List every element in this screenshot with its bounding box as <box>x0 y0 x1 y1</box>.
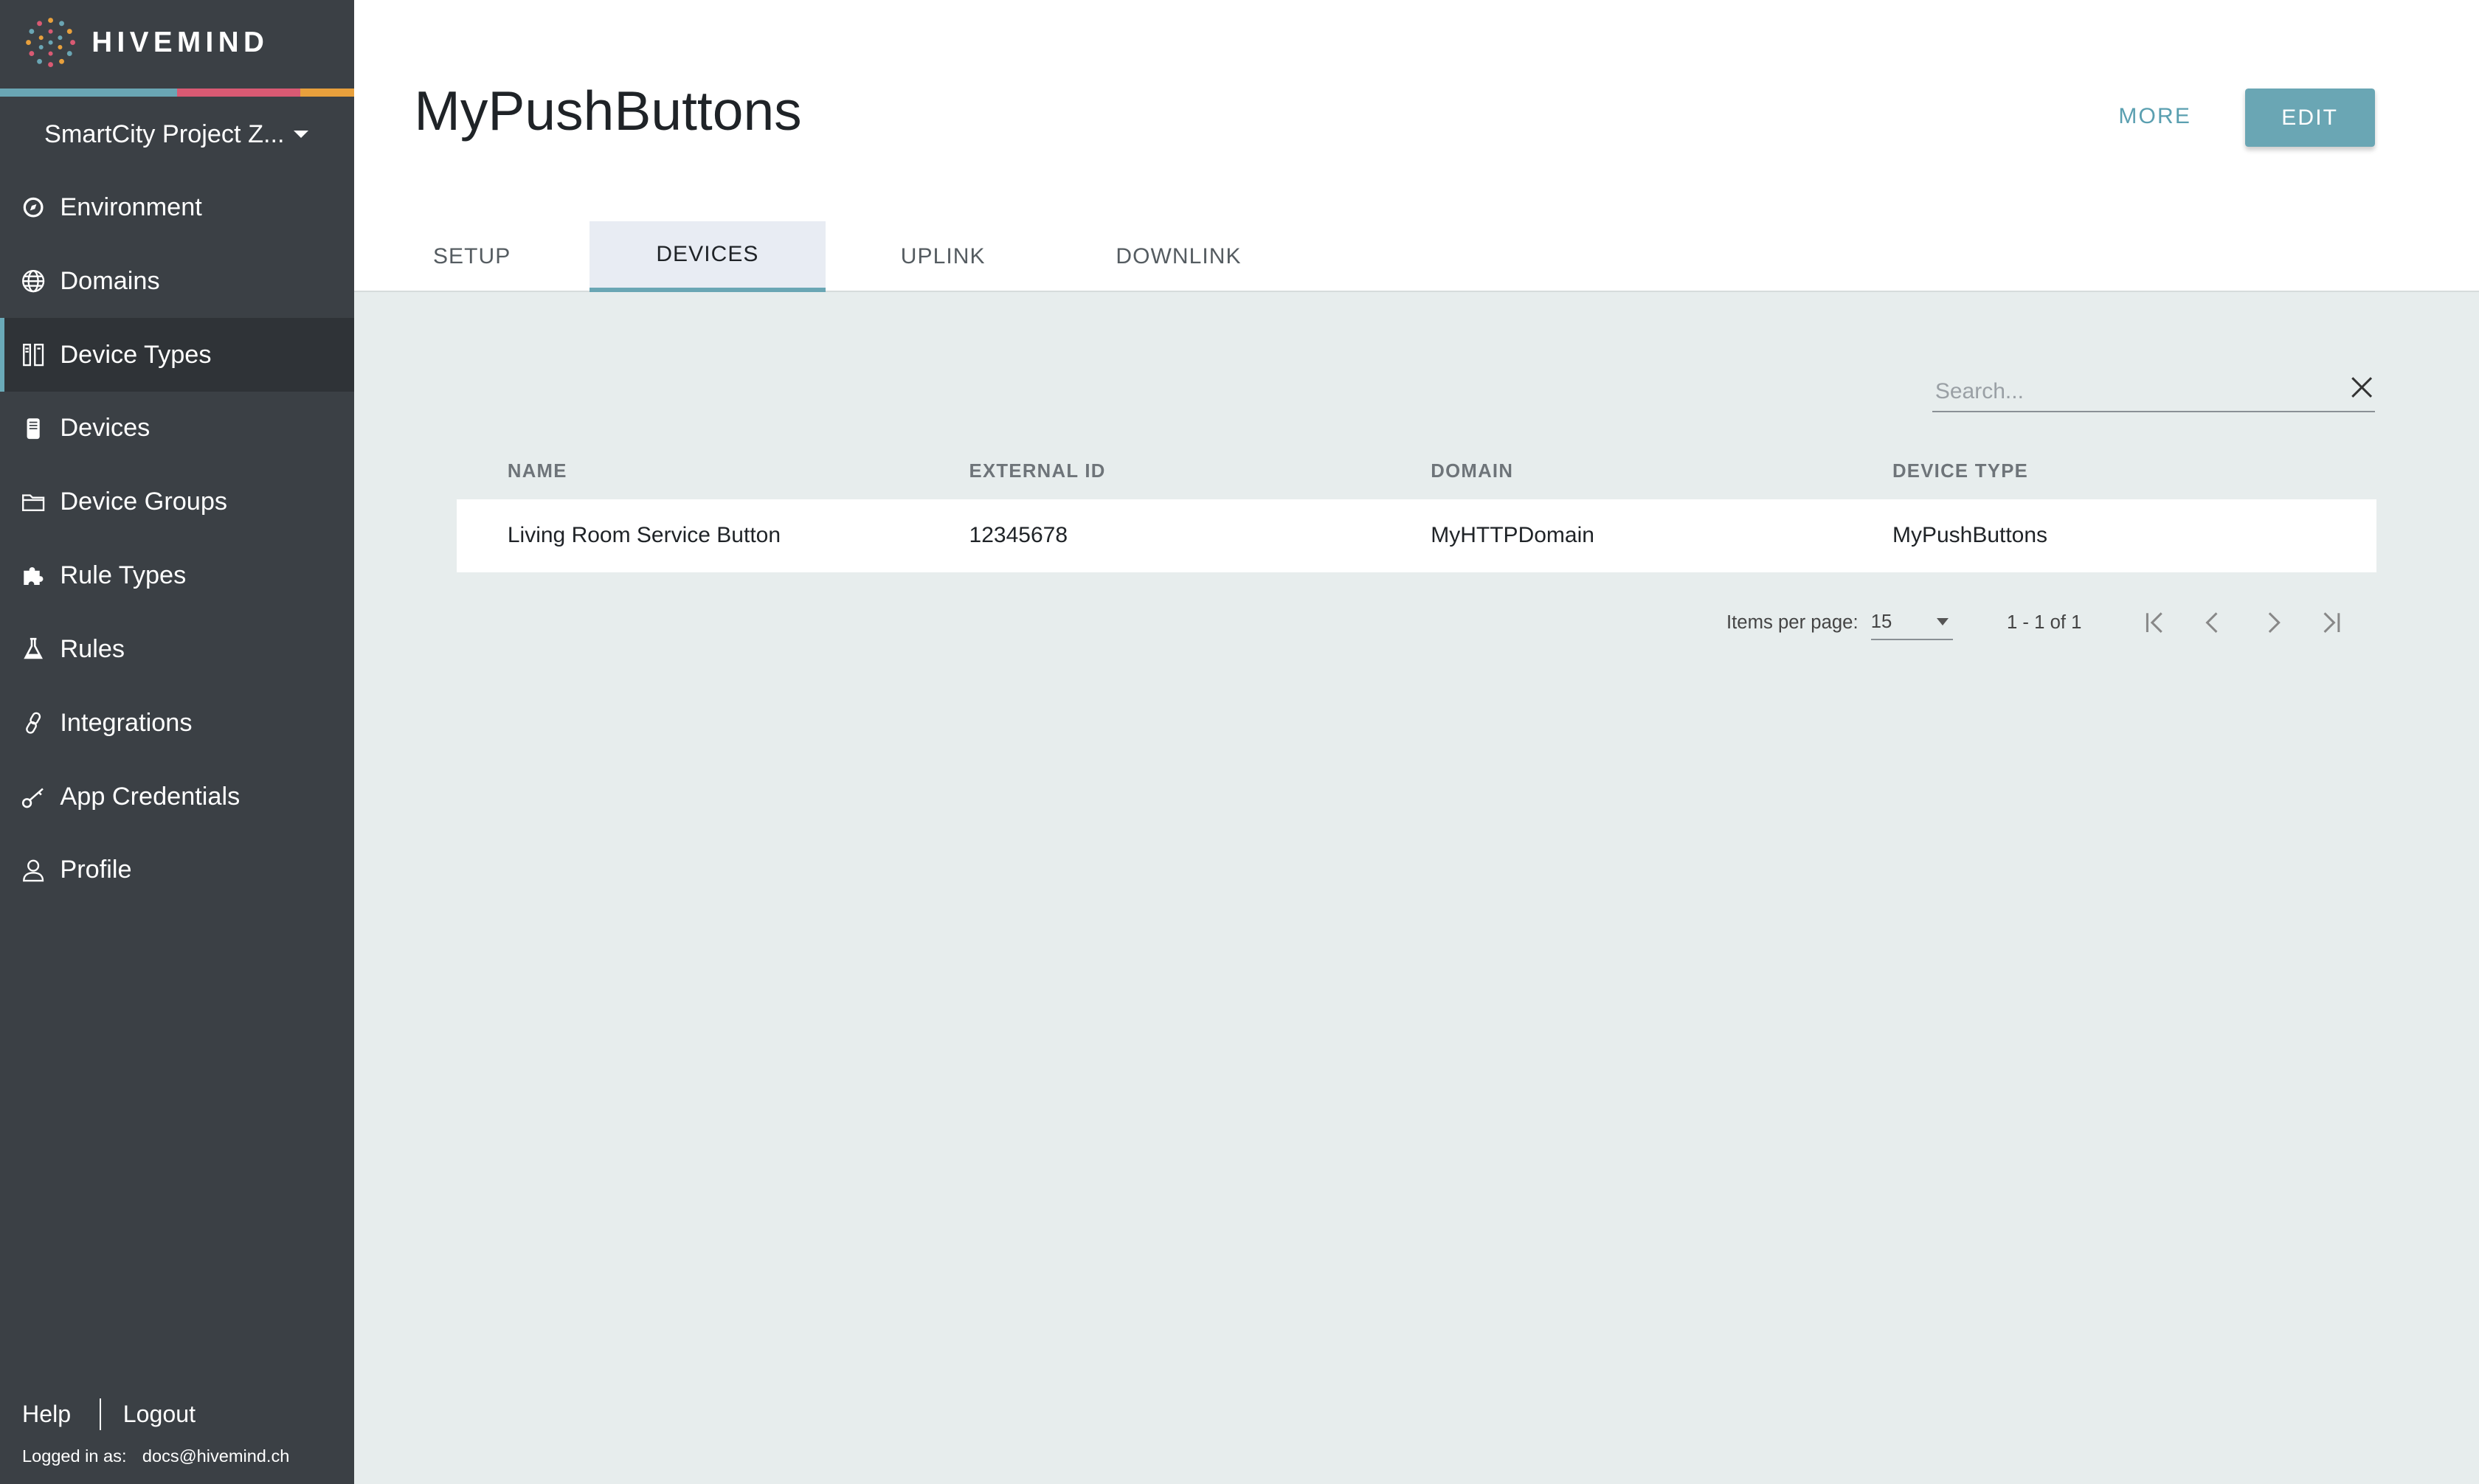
sidebar-item-label: Device Types <box>60 340 212 369</box>
project-selector[interactable]: SmartCity Project Z... <box>44 117 329 152</box>
tab-uplink[interactable]: UPLINK <box>826 221 1061 292</box>
puzzle-icon <box>19 561 48 590</box>
sidebar-item-label: App Credentials <box>60 782 241 811</box>
footer-links: Help Logout <box>22 1397 339 1432</box>
logo-text: HIVEMIND <box>91 26 269 58</box>
sidebar-item-label: Rule Types <box>60 561 187 590</box>
search-field <box>1932 368 2375 413</box>
next-page-button[interactable] <box>2243 602 2301 643</box>
chevron-left-icon <box>2205 612 2218 634</box>
previous-page-button[interactable] <box>2185 602 2243 643</box>
first-page-button[interactable] <box>2126 602 2184 643</box>
help-link[interactable]: Help <box>22 1401 71 1428</box>
device-types-icon <box>19 341 48 370</box>
tab-downlink[interactable]: DOWNLINK <box>1061 221 1296 292</box>
cell-name: Living Room Service Button <box>507 523 781 548</box>
cell-device-type: MyPushButtons <box>1892 523 2048 548</box>
cell-domain: MyHTTPDomain <box>1431 523 1594 548</box>
devices-table: NAME EXTERNAL ID DOMAIN DEVICE TYPE Livi… <box>457 444 2376 572</box>
logged-in-label: Logged in as: <box>22 1446 127 1466</box>
link-icon <box>19 709 48 738</box>
first-page-icon <box>2146 612 2162 634</box>
main-content: NAME EXTERNAL ID DOMAIN DEVICE TYPE Livi… <box>354 292 2479 1484</box>
hivemind-logo-icon <box>26 18 75 68</box>
page-range: 1 - 1 of 1 <box>2007 611 2082 633</box>
sidebar-item-label: Integrations <box>60 708 193 737</box>
sidebar-item-label: Devices <box>60 414 151 443</box>
items-per-page-select[interactable]: 15 <box>1870 606 1954 640</box>
stripe-segment-pink <box>177 89 301 97</box>
flask-icon <box>19 635 48 664</box>
globe-icon <box>19 267 48 296</box>
sidebar-nav: Environment Domains Device Types Devices <box>0 170 354 906</box>
page-title: MyPushButtons <box>414 80 802 142</box>
sidebar-item-label: Domains <box>60 266 160 295</box>
environment-icon <box>19 193 48 222</box>
sidebar-footer: Help Logout Logged in as: docs@hivemind.… <box>22 1397 339 1466</box>
brand-stripe <box>0 89 354 97</box>
cell-external-id: 12345678 <box>969 523 1068 548</box>
sidebar-item-profile[interactable]: Profile <box>0 833 354 907</box>
app-root: HIVEMIND SmartCity Project Z... Environm… <box>0 0 2479 1484</box>
sidebar-item-label: Profile <box>60 856 132 884</box>
key-icon <box>19 783 48 811</box>
logout-link[interactable]: Logout <box>123 1401 196 1428</box>
sidebar-item-label: Device Groups <box>60 488 228 516</box>
edit-button[interactable]: EDIT <box>2244 89 2375 148</box>
project-name: SmartCity Project Z... <box>44 119 285 148</box>
user-icon <box>19 856 48 885</box>
logged-in-info: Logged in as: docs@hivemind.ch <box>22 1446 339 1466</box>
column-header-domain[interactable]: DOMAIN <box>1380 461 1842 482</box>
sidebar: HIVEMIND SmartCity Project Z... Environm… <box>0 0 354 1484</box>
sidebar-item-device-groups[interactable]: Device Groups <box>0 465 354 539</box>
page-header: MyPushButtons MORE EDIT SETUP DEVICES UP… <box>354 0 2479 293</box>
last-page-button[interactable] <box>2301 602 2359 643</box>
device-icon <box>19 415 48 443</box>
table-row[interactable]: Living Room Service Button 12345678 MyHT… <box>457 499 2376 572</box>
items-per-page-value: 15 <box>1870 611 1892 632</box>
chevron-down-icon <box>294 131 309 138</box>
close-icon[interactable] <box>2349 375 2374 400</box>
sidebar-item-devices[interactable]: Devices <box>0 392 354 465</box>
table-header: NAME EXTERNAL ID DOMAIN DEVICE TYPE <box>457 444 2376 499</box>
sidebar-item-domains[interactable]: Domains <box>0 244 354 318</box>
logo[interactable]: HIVEMIND <box>22 14 269 71</box>
sidebar-item-app-credentials[interactable]: App Credentials <box>0 760 354 833</box>
column-header-name[interactable]: NAME <box>457 461 919 482</box>
chevron-right-icon <box>2268 612 2281 634</box>
sidebar-item-environment[interactable]: Environment <box>0 170 354 244</box>
folder-icon <box>19 488 48 516</box>
sidebar-item-integrations[interactable]: Integrations <box>0 686 354 760</box>
paginator: Items per page: 15 1 - 1 of 1 <box>1726 602 2360 643</box>
tab-setup[interactable]: SETUP <box>354 221 590 292</box>
sidebar-item-rule-types[interactable]: Rule Types <box>0 539 354 613</box>
sidebar-item-rules[interactable]: Rules <box>0 612 354 686</box>
sidebar-item-label: Rules <box>60 634 125 663</box>
user-email: docs@hivemind.ch <box>142 1446 290 1466</box>
chevron-down-icon <box>1936 618 1949 625</box>
column-header-device-type[interactable]: DEVICE TYPE <box>1842 461 2376 482</box>
footer-divider <box>99 1398 101 1431</box>
more-button[interactable]: MORE <box>2106 91 2204 142</box>
sidebar-item-label: Environment <box>60 193 202 221</box>
sidebar-item-device-types[interactable]: Device Types <box>0 318 354 392</box>
tab-devices[interactable]: DEVICES <box>590 221 826 293</box>
stripe-segment-orange <box>300 89 354 97</box>
search-input[interactable] <box>1932 374 2334 409</box>
column-header-external-id[interactable]: EXTERNAL ID <box>919 461 1380 482</box>
last-page-icon <box>2323 612 2340 634</box>
tab-bar: SETUP DEVICES UPLINK DOWNLINK <box>354 221 1296 293</box>
stripe-segment-teal <box>0 89 177 97</box>
items-per-page-label: Items per page: <box>1726 611 1859 633</box>
